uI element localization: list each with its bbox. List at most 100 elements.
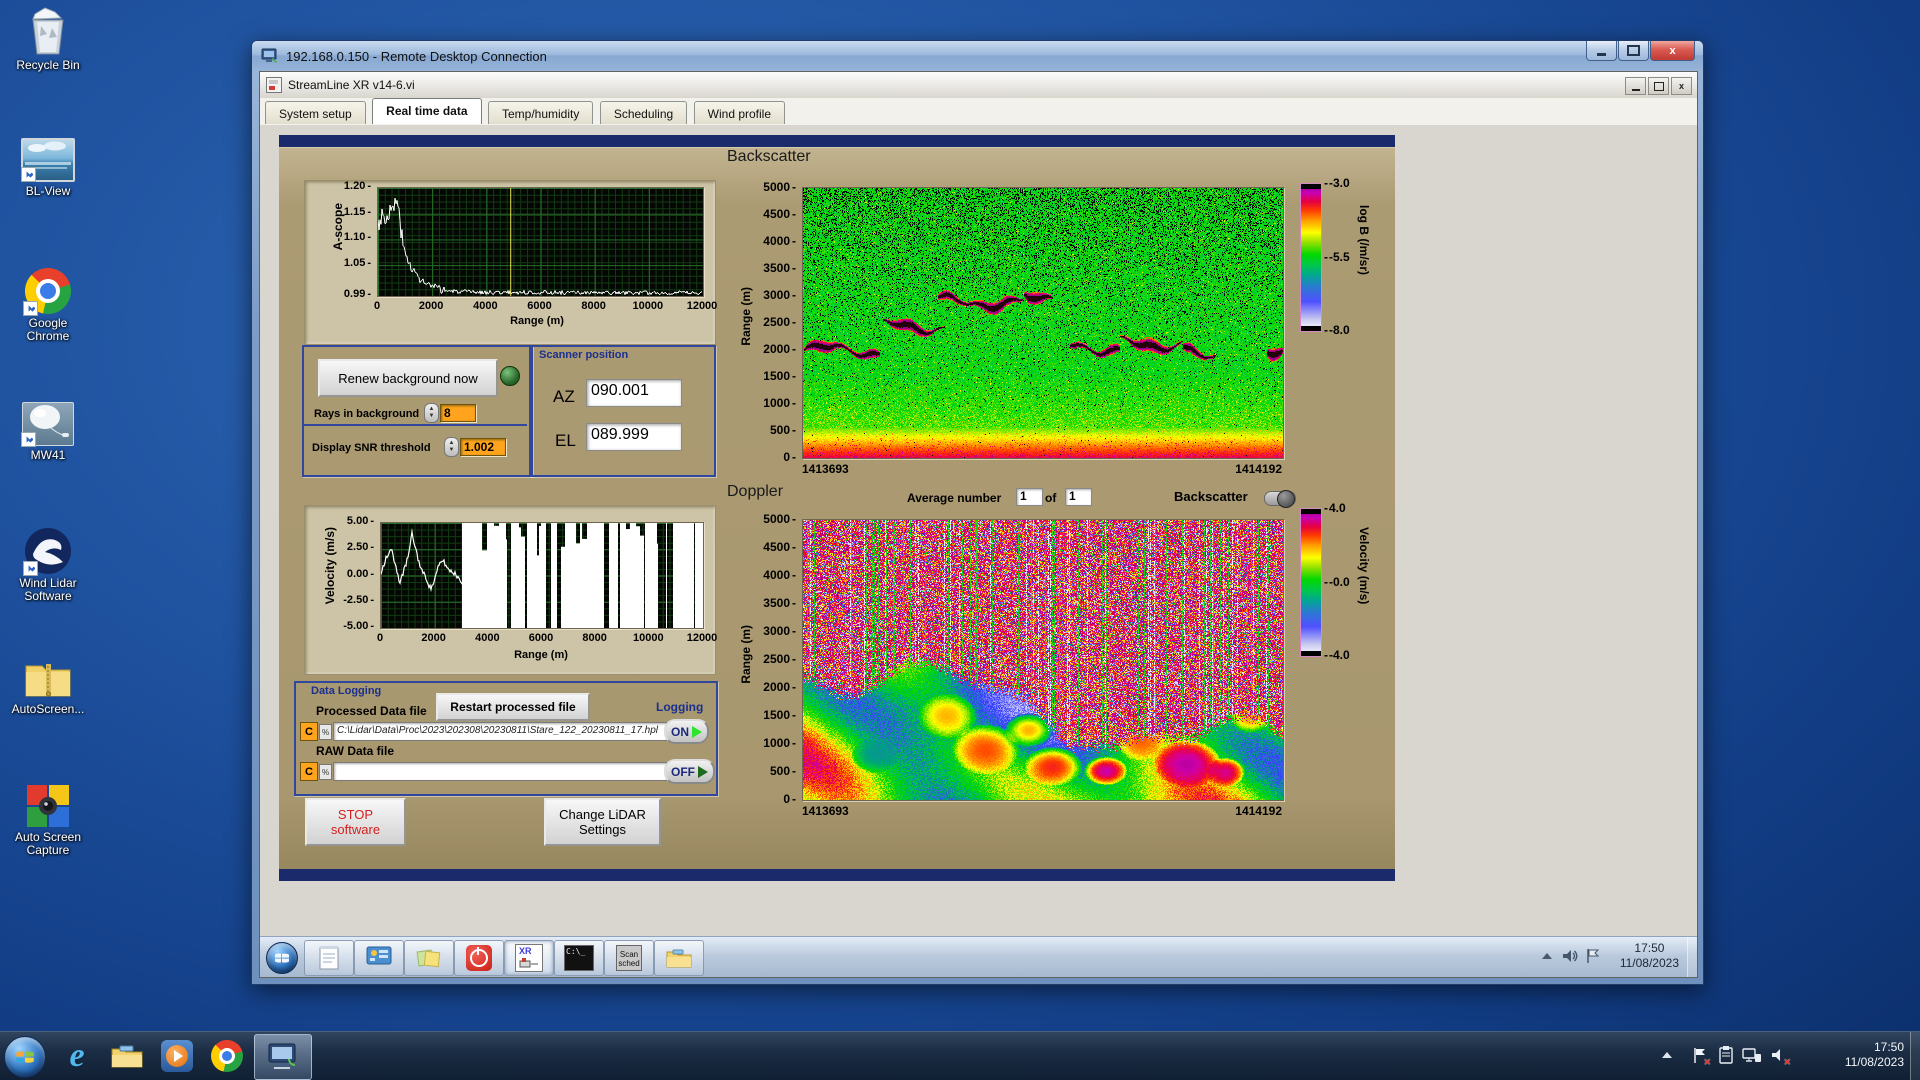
restart-processed-file-button[interactable]: Restart processed file — [436, 693, 590, 721]
axis-tick-label: 0 — [373, 300, 381, 312]
tab-temp-humidity[interactable]: Temp/humidity — [487, 101, 594, 124]
axis-tick-label: 6000 — [528, 632, 554, 644]
remote-start-button[interactable] — [266, 942, 298, 974]
rdp-minimize-button[interactable] — [1586, 41, 1617, 61]
tab-system-setup[interactable]: System setup — [265, 101, 366, 124]
change-lidar-settings-button[interactable]: Change LiDAR Settings — [544, 798, 661, 846]
tab-real-time-data[interactable]: Real time data — [372, 98, 482, 124]
remote-taskbar-sticky-notes-button[interactable] — [404, 940, 454, 976]
local-taskbar-media-player-button[interactable] — [154, 1034, 200, 1078]
axis-tick-label: 2000 — [752, 342, 796, 356]
local-tray-clock[interactable]: 17:50 11/08/2023 — [1845, 1040, 1904, 1070]
colorbar-tick-label: -0.0 — [1324, 575, 1350, 589]
doppler-colorbar — [1300, 508, 1322, 657]
remote-taskbar-streamline-xr-button[interactable]: XR — [504, 940, 554, 976]
processed-logging-on-button[interactable]: ON — [664, 719, 709, 744]
app-minimize-button[interactable] — [1625, 77, 1646, 95]
renew-background-button[interactable]: Renew background now — [318, 359, 498, 397]
rays-value-field[interactable]: 8 — [440, 404, 476, 422]
axis-tick-label: 0.99 — [333, 288, 371, 300]
rdp-maximize-button[interactable] — [1618, 41, 1649, 61]
ascope-x-axis-label: Range (m) — [510, 315, 564, 327]
media-player-icon — [161, 1040, 193, 1072]
processed-path-field[interactable]: C:\Lidar\Data\Proc\2023\202308\20230811\… — [333, 722, 667, 741]
local-tray-rdp-session-icon[interactable] — [1718, 1045, 1734, 1065]
chrome-icon — [211, 1040, 243, 1072]
wind-lidar-icon — [23, 528, 71, 576]
local-taskbar-chrome-button[interactable] — [204, 1034, 250, 1078]
backscatter-colorbar-label: log B (/m/sr) — [1357, 205, 1371, 276]
local-tray-volume-icon[interactable]: ✕ — [1770, 1045, 1791, 1067]
desktop-icon-label: Recycle Bin — [16, 58, 80, 72]
axis-tick-label: 5000 — [752, 180, 796, 194]
remote-taskbar-stop-app-button[interactable] — [454, 940, 504, 976]
remote-clock-time: 17:50 — [1634, 941, 1665, 955]
app-window-title: StreamLine XR v14-6.vi — [288, 78, 415, 92]
desktop-icon-autoscreen-zip[interactable]: AutoScreen... — [8, 658, 88, 716]
stop-software-button[interactable]: STOP software — [305, 798, 406, 846]
group-divider — [304, 424, 527, 426]
remote-taskbar-explorer-button[interactable] — [654, 940, 704, 976]
snr-spinner[interactable]: ▲ ▼ — [444, 437, 459, 457]
axis-tick-label: 0 — [376, 632, 384, 644]
axis-tick-label: 10000 — [632, 300, 664, 312]
desktop-icon-google-chrome[interactable]: Google Chrome — [8, 268, 88, 343]
snr-value-field[interactable]: 1.002 — [460, 438, 506, 456]
logging-label: Logging — [656, 700, 704, 714]
local-taskbar-internet-explorer-button[interactable]: e — [54, 1034, 100, 1078]
doppler-colorbar-label: Velocity (m/s) — [1357, 527, 1371, 605]
processed-drive-selector[interactable]: C — [300, 722, 318, 741]
axis-tick-label: 4500 — [752, 207, 796, 221]
local-taskbar-explorer-button[interactable] — [104, 1034, 150, 1078]
tab-wind-profile[interactable]: Wind profile — [693, 101, 786, 124]
rdp-close-button[interactable]: x — [1650, 41, 1695, 61]
app-titlebar[interactable]: StreamLine XR v14-6.vi x — [260, 72, 1697, 99]
remote-tray-action-center-icon[interactable] — [1585, 947, 1601, 965]
remote-taskbar-scan-scheduler-button[interactable]: Scan sched — [604, 940, 654, 976]
velocity-plot-canvas — [380, 522, 704, 629]
desktop-icon-bl-view[interactable]: BL-View — [8, 138, 88, 198]
desktop-icon-wind-lidar-software[interactable]: Wind Lidar Software — [8, 528, 88, 603]
axis-tick-label: 4000 — [752, 568, 796, 582]
rdp-window: 192.168.0.150 - Remote Desktop Connectio… — [251, 40, 1704, 985]
toggle-knob — [1277, 490, 1295, 508]
change-settings-line2: Settings — [579, 822, 626, 837]
desktop-icon-auto-screen-capture[interactable]: Auto Screen Capture — [8, 784, 88, 857]
local-taskbar-rdp-button[interactable] — [254, 1034, 312, 1080]
raw-drive-selector[interactable]: C — [300, 762, 318, 781]
remote-tray-volume-icon[interactable] — [1561, 947, 1579, 965]
remote-tray-show-hidden-icons-button[interactable] — [1542, 953, 1552, 959]
axis-tick-label: 2000 — [752, 680, 796, 694]
colorbar-tick-label: -3.0 — [1324, 176, 1350, 190]
axis-tick-label: 2000 — [421, 632, 446, 644]
remote-show-desktop-button[interactable] — [1687, 937, 1697, 977]
local-start-button[interactable] — [4, 1036, 46, 1078]
raw-path-field[interactable] — [333, 762, 667, 781]
local-tray-action-center-icon[interactable]: ✕ — [1692, 1045, 1711, 1067]
backscatter-toggle-switch[interactable] — [1264, 490, 1296, 508]
local-tray-show-hidden-icons-button[interactable] — [1662, 1052, 1672, 1058]
tab-scheduling[interactable]: Scheduling — [599, 101, 688, 124]
local-show-desktop-button[interactable] — [1910, 1032, 1920, 1080]
remote-tray-clock[interactable]: 17:50 11/08/2023 — [1620, 941, 1679, 971]
axis-tick-label: 1500 — [752, 708, 796, 722]
desktop-icon-recycle-bin[interactable]: Recycle Bin — [8, 6, 88, 72]
remote-taskbar-notepad-button[interactable] — [304, 940, 354, 976]
desktop-icon-mw41[interactable]: MW41 — [8, 402, 88, 462]
local-tray-network-icon[interactable] — [1742, 1045, 1762, 1065]
app-close-button[interactable]: x — [1671, 77, 1692, 95]
remote-taskbar-control-panel-button[interactable] — [354, 940, 404, 976]
rays-spinner[interactable]: ▲ ▼ — [424, 403, 439, 423]
raw-logging-off-button[interactable]: OFF — [664, 759, 715, 784]
average-number-field[interactable]: 1 — [1016, 488, 1043, 506]
remote-taskbar-cmd-button[interactable]: C:\_ — [554, 940, 604, 976]
desktop-icon-label: BL-View — [25, 184, 71, 198]
axis-tick-label: 3000 — [752, 624, 796, 638]
app-maximize-button[interactable] — [1648, 77, 1669, 95]
rdp-titlebar[interactable]: 192.168.0.150 - Remote Desktop Connectio… — [252, 41, 1703, 71]
az-label: AZ — [553, 387, 575, 406]
axis-tick-label: 2000 — [418, 300, 444, 312]
average-total-field[interactable]: 1 — [1065, 488, 1092, 506]
folder-icon — [666, 949, 692, 968]
backscatter-y-axis-label: Range (m) — [739, 287, 753, 346]
